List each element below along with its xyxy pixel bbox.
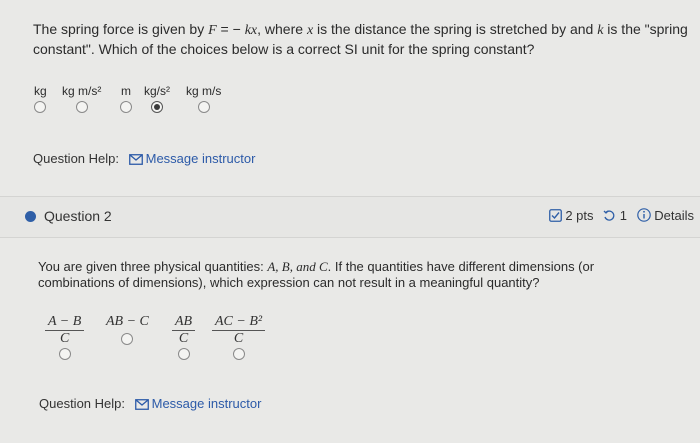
question-2-text: You are given three physical quantities:… — [38, 259, 668, 291]
option-ab-minus-c[interactable]: AB − C — [106, 314, 149, 345]
option-kg-s2[interactable]: kg/s² — [144, 84, 170, 113]
option-denominator: C — [233, 331, 244, 346]
option-label: kg/s² — [144, 84, 171, 98]
details-button[interactable]: Details — [636, 208, 700, 223]
question-2-meta: 2 pts 1 Details — [548, 208, 700, 223]
q1-text-part: , where — [257, 21, 307, 37]
bullet-icon — [25, 211, 36, 222]
option-label: m — [121, 84, 131, 98]
q1-var-F: F — [208, 23, 217, 38]
option-numerator: A − B — [45, 314, 85, 331]
mail-icon — [134, 399, 149, 410]
option-ab-over-c[interactable]: AB C — [172, 314, 196, 360]
option-label: kg — [34, 84, 47, 98]
message-instructor-label: Message instructor — [151, 396, 262, 411]
question-2-title: Question 2 — [44, 208, 112, 224]
question-1-help: Question Help: Message instructor — [33, 151, 255, 166]
q1-text-part: is the distance the spring is stretched … — [313, 21, 598, 37]
radio-button[interactable] — [177, 348, 190, 360]
radio-button[interactable] — [58, 348, 71, 360]
option-expression: AB − C — [106, 314, 149, 329]
radio-button[interactable] — [197, 101, 210, 113]
option-numerator: AC − B² — [212, 314, 266, 331]
radio-button[interactable] — [34, 101, 47, 113]
option-kg-m-s2[interactable]: kg m/s² — [62, 84, 101, 113]
radio-button[interactable] — [120, 101, 132, 113]
radio-button[interactable] — [232, 348, 245, 360]
q1-text-part: The spring force is given by — [33, 21, 209, 37]
checkbox-icon — [548, 209, 562, 222]
option-ac-minus-b2-over-c[interactable]: AC − B² C — [212, 314, 266, 360]
option-label: kg m/s² — [62, 84, 102, 98]
option-m[interactable]: m — [120, 84, 132, 113]
question-2-help: Question Help: Message instructor — [39, 396, 261, 411]
retry-icon — [603, 210, 615, 221]
message-instructor-link[interactable]: Message instructor — [134, 396, 262, 411]
radio-button[interactable] — [75, 101, 88, 113]
option-label: kg m/s — [186, 84, 222, 98]
q2-text-part: You are given three physical quantities: — [38, 259, 268, 274]
option-denominator: C — [178, 331, 189, 346]
q1-var-kx: kx — [244, 23, 258, 38]
message-instructor-link[interactable]: Message instructor — [128, 151, 256, 166]
message-instructor-label: Message instructor — [145, 151, 256, 166]
attempts-label: 1 — [619, 208, 627, 223]
radio-button[interactable] — [121, 333, 134, 345]
option-kg-m-s[interactable]: kg m/s — [186, 84, 221, 113]
option-kg[interactable]: kg — [34, 84, 47, 113]
details-label: Details — [654, 208, 694, 223]
question-1-text: The spring force is given by F = − kx, w… — [33, 20, 688, 58]
points-label: 2 pts — [565, 208, 594, 223]
help-label: Question Help: — [33, 151, 119, 166]
option-denominator: C — [59, 331, 70, 346]
q1-eq: = − — [216, 21, 245, 37]
option-a-minus-b-over-c[interactable]: A − B C — [45, 314, 85, 360]
option-numerator: AB — [172, 314, 196, 331]
help-label: Question Help: — [39, 396, 125, 411]
info-icon — [636, 208, 651, 222]
mail-icon — [128, 154, 143, 165]
q2-vars: A, B, and C — [267, 259, 328, 274]
question-2-header: Question 2 2 pts 1 Details — [0, 196, 700, 238]
radio-button-selected[interactable] — [151, 101, 163, 113]
